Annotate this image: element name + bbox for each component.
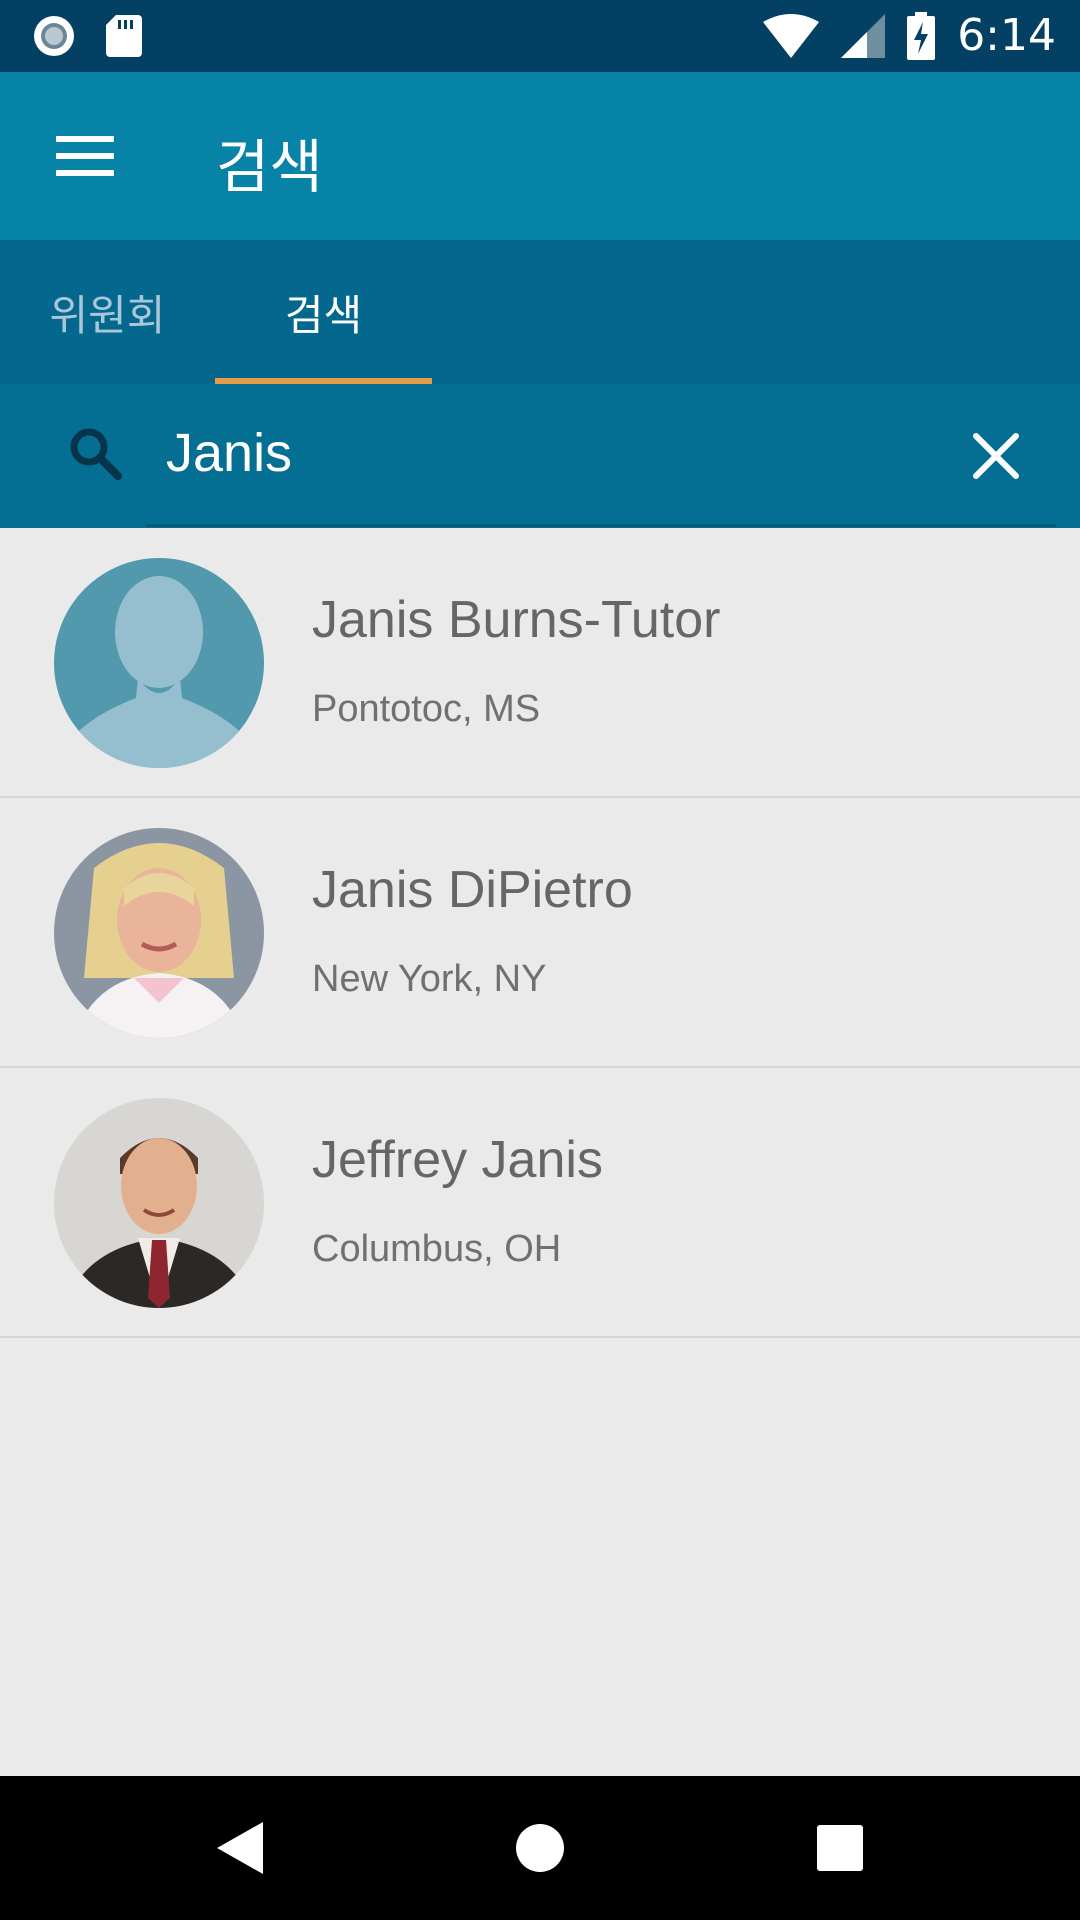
app-bar: 검색 <box>0 72 1080 240</box>
status-left-icons <box>32 14 142 58</box>
result-name: Jeffrey Janis <box>312 1131 603 1189</box>
page-title: 검색 <box>216 133 323 201</box>
search-input-underline <box>146 524 1056 527</box>
record-icon <box>34 16 74 56</box>
profile-photo <box>54 828 264 1038</box>
list-item[interactable]: Janis DiPietro New York, NY <box>0 798 1080 1068</box>
hamburger-menu-icon[interactable] <box>46 128 124 184</box>
result-location: Pontotoc, MS <box>312 688 541 730</box>
status-right-icons: 6:14 <box>763 10 1056 61</box>
list-item[interactable]: Jeffrey Janis Columbus, OH <box>0 1068 1080 1338</box>
avatar <box>54 1098 264 1308</box>
search-results-list: Janis Burns-Tutor Pontotoc, MS Janis DiP… <box>0 528 1080 1338</box>
back-button[interactable] <box>180 1776 300 1920</box>
status-time: 6:14 <box>957 10 1056 61</box>
search-icon <box>70 428 122 480</box>
person-silhouette-icon <box>54 558 264 768</box>
search-bar <box>0 384 1080 528</box>
tab-bar: 위원회 검색 <box>0 240 1080 384</box>
result-name: Janis DiPietro <box>312 861 633 919</box>
status-bar: 6:14 <box>0 0 1080 72</box>
result-name: Janis Burns-Tutor <box>312 591 721 649</box>
result-location: Columbus, OH <box>312 1228 562 1270</box>
cell-signal-icon <box>841 13 886 58</box>
back-icon <box>217 1822 263 1874</box>
system-navigation-bar <box>0 1776 1080 1920</box>
tab-committee[interactable]: 위원회 <box>0 240 215 384</box>
list-item[interactable]: Janis Burns-Tutor Pontotoc, MS <box>0 528 1080 798</box>
avatar-placeholder <box>54 558 264 768</box>
search-input[interactable] <box>166 412 966 494</box>
close-icon[interactable] <box>968 428 1024 484</box>
tab-search[interactable]: 검색 <box>215 240 432 384</box>
recents-button[interactable] <box>780 1776 900 1920</box>
profile-photo <box>54 1098 264 1308</box>
wifi-icon <box>763 13 820 58</box>
avatar <box>54 828 264 1038</box>
home-icon <box>516 1824 564 1872</box>
battery-charging-icon <box>907 11 936 60</box>
sd-card-icon <box>106 15 142 57</box>
home-button[interactable] <box>480 1776 600 1920</box>
result-location: New York, NY <box>312 958 547 1000</box>
recents-icon <box>817 1825 863 1871</box>
